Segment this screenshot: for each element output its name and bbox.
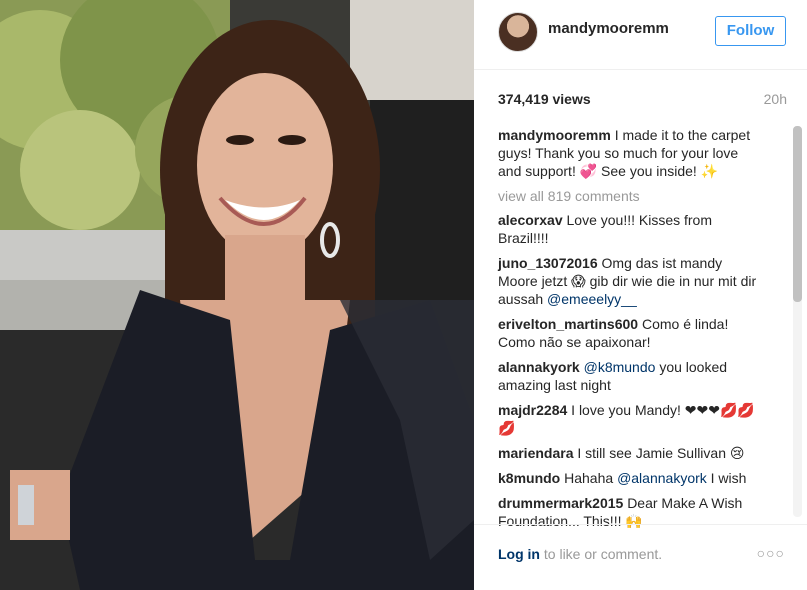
login-prompt-text: to like or comment. (540, 546, 663, 562)
comment-username[interactable]: erivelton_martins600 (498, 316, 638, 332)
post-header: mandymooremm Follow (474, 0, 807, 70)
comment-username[interactable]: mariendara (498, 445, 573, 461)
comment-item: mariendara I still see Jamie Sullivan 😢 (498, 444, 764, 462)
footer-divider (474, 524, 807, 525)
comment-username[interactable]: drummermark2015 (498, 495, 623, 511)
comments-list: mandymooremm I made it to the carpet guy… (498, 126, 764, 537)
comment-text: I still see Jamie Sullivan 😢 (577, 445, 745, 461)
caption-username[interactable]: mandymooremm (498, 127, 611, 143)
mention-link[interactable]: @emeeelyy__ (547, 291, 637, 307)
mention-link[interactable]: @k8mundo (584, 359, 656, 375)
view-all-comments-link[interactable]: view all 819 comments (498, 187, 764, 205)
comment-item: juno_13072016 Omg das ist mandy Moore je… (498, 254, 764, 308)
login-link[interactable]: Log in (498, 546, 540, 562)
comment-username[interactable]: majdr2284 (498, 402, 567, 418)
post-side-panel: mandymooremm Follow 374,419 views 20h ma… (474, 0, 807, 590)
comment-item: alannakyork @k8mundo you looked amazing … (498, 358, 764, 394)
comment-item: erivelton_martins600 Como é linda! Como … (498, 315, 764, 351)
comment-username[interactable]: alecorxav (498, 212, 563, 228)
avatar[interactable] (498, 12, 538, 52)
caption: mandymooremm I made it to the carpet guy… (498, 126, 764, 180)
comment-item: k8mundo Hahaha @alannakyork I wish (498, 469, 764, 487)
login-prompt: Log in to like or comment. (498, 546, 662, 562)
scrollbar-thumb[interactable] (793, 126, 802, 302)
comment-username[interactable]: alannakyork (498, 359, 580, 375)
post-layout: mandymooremm Follow 374,419 views 20h ma… (0, 0, 807, 590)
comment-username[interactable]: k8mundo (498, 470, 560, 486)
comment-username[interactable]: juno_13072016 (498, 255, 598, 271)
comment-text: I wish (710, 470, 747, 486)
post-photo[interactable] (0, 0, 474, 590)
post-time[interactable]: 20h (764, 91, 787, 107)
ellipsis-icon[interactable]: ○○○ (757, 545, 785, 561)
comment-item: alecorxav Love you!!! Kisses from Brazil… (498, 211, 764, 247)
view-count: 374,419 views (498, 91, 591, 107)
comment-text: Hahaha (564, 470, 614, 486)
username-link[interactable]: mandymooremm (548, 20, 669, 37)
mention-link[interactable]: @alannakyork (617, 470, 707, 486)
follow-button[interactable]: Follow (715, 16, 786, 46)
comment-item: majdr2284 I love you Mandy! ❤❤❤💋💋💋 (498, 401, 764, 437)
photo-illustration (0, 0, 474, 590)
comments-scrollbar[interactable] (793, 126, 802, 517)
